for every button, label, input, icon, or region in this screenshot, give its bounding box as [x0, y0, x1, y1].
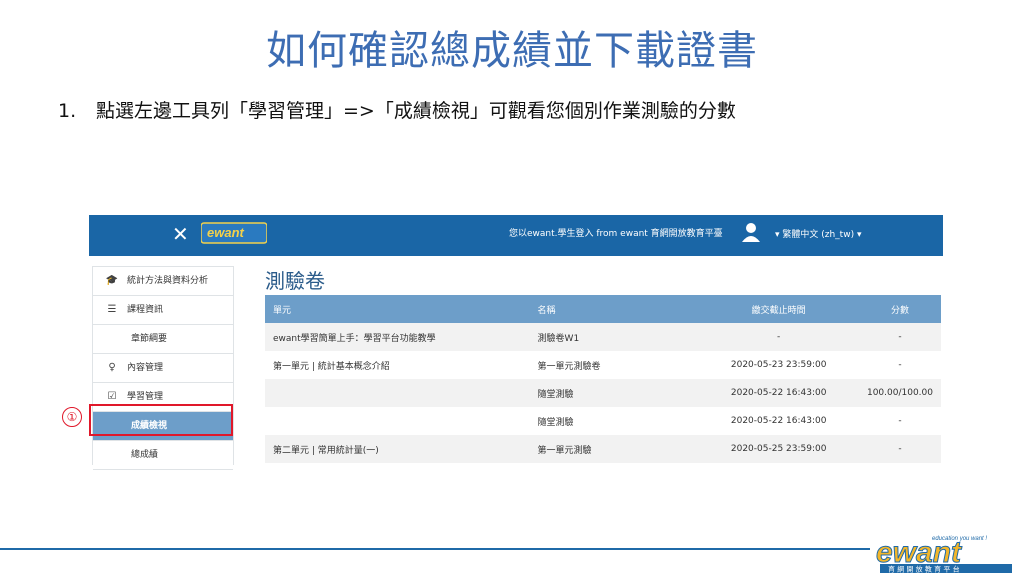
table-row: 隨堂測驗 2020-05-22 16:43:00 100.00/100.00 [265, 379, 941, 407]
step-instruction: 1. 點選左邊工具列「學習管理」=>「成績檢視」可觀看您個別作業測驗的分數 [58, 96, 736, 123]
embedded-screenshot: ✕ ewant 您以ewant.學生登入 from ewant 育網開放教育平臺… [89, 215, 943, 473]
deadline-cell: 2020-05-22 16:43:00 [698, 379, 859, 407]
list-icon: ☰ [107, 304, 117, 315]
table-row: ewant學習簡單上手：學習平台功能教學 測驗卷W1 - - [265, 323, 941, 351]
name-cell[interactable]: 第一單元測驗 [529, 435, 699, 463]
sidebar-item-total-grade[interactable]: 總成績 [93, 441, 233, 470]
unit-cell [265, 407, 530, 435]
unit-cell: 第二單元 | 常用統計量(一) [265, 435, 530, 463]
sidebar-item-label: 統計方法與資料分析 [127, 276, 209, 286]
sidebar-item-label: 內容管理 [127, 363, 164, 373]
close-icon[interactable]: ✕ [172, 223, 189, 245]
lightbulb-icon: ♀ [108, 362, 116, 373]
step-marker: ① [62, 407, 82, 427]
name-cell[interactable]: 測驗卷W1 [529, 323, 699, 351]
step-number: 1. [58, 100, 77, 122]
sidebar-item-syllabus[interactable]: 章節綱要 [93, 325, 233, 354]
footer-chinese: 育 網 開 放 教 育 平 台 [888, 565, 960, 574]
sidebar-item-course[interactable]: 🎓 統計方法與資料分析 [93, 267, 233, 296]
name-cell[interactable]: 隨堂測驗 [529, 379, 699, 407]
score-cell: - [858, 407, 941, 435]
column-header: 名稱 [529, 295, 699, 323]
column-header: 繳交截止時間 [698, 295, 859, 323]
sidebar-item-label: 課程資訊 [127, 305, 164, 315]
step-text: 點選左邊工具列「學習管理」=>「成績檢視」可觀看您個別作業測驗的分數 [96, 100, 736, 122]
score-cell: - [858, 351, 941, 379]
grades-table: 單元 名稱 繳交截止時間 分數 ewant學習簡單上手：學習平台功能教學 測驗卷… [265, 295, 941, 463]
top-navbar: ✕ ewant 您以ewant.學生登入 from ewant 育網開放教育平臺… [89, 215, 943, 256]
graduation-cap-icon: 🎓 [105, 275, 119, 286]
sidebar-item-content[interactable]: ♀ 內容管理 [93, 354, 233, 383]
ewant-logo-icon[interactable]: ewant [201, 221, 267, 245]
page-title: 測驗卷 [265, 269, 325, 293]
deadline-cell: 2020-05-25 23:59:00 [698, 435, 859, 463]
table-row: 隨堂測驗 2020-05-22 16:43:00 - [265, 407, 941, 435]
score-cell: - [858, 435, 941, 463]
svg-text:ewant: ewant [207, 225, 245, 240]
deadline-cell: - [698, 323, 859, 351]
score-cell: 100.00/100.00 [858, 379, 941, 407]
table-row: 第二單元 | 常用統計量(一) 第一單元測驗 2020-05-25 23:59:… [265, 435, 941, 463]
sidebar-item-label: 章節綱要 [131, 334, 168, 344]
table-row: 第一單元 | 統計基本概念介紹 第一單元測驗卷 2020-05-23 23:59… [265, 351, 941, 379]
slide-title: 如何確認總成績並下載證書 [266, 28, 758, 74]
highlight-box [89, 404, 233, 436]
login-status: 您以ewant.學生登入 from ewant 育網開放教育平臺 [509, 229, 723, 239]
score-cell: - [858, 323, 941, 351]
unit-cell [265, 379, 530, 407]
name-cell[interactable]: 隨堂測驗 [529, 407, 699, 435]
ewant-footer-logo: education you want ! ewant 育 網 開 放 教 育 平… [876, 536, 1012, 574]
unit-cell: ewant學習簡單上手：學習平台功能教學 [265, 323, 530, 351]
footer-divider [0, 548, 870, 550]
unit-cell: 第一單元 | 統計基本概念介紹 [265, 351, 530, 379]
language-selector[interactable]: ▾ 繁體中文 (zh_tw) ▾ [775, 227, 861, 240]
column-header: 分數 [858, 295, 941, 323]
user-avatar-icon[interactable] [741, 221, 761, 243]
name-cell[interactable]: 第一單元測驗卷 [529, 351, 699, 379]
sidebar-item-course-info[interactable]: ☰ 課程資訊 [93, 296, 233, 325]
deadline-cell: 2020-05-23 23:59:00 [698, 351, 859, 379]
deadline-cell: 2020-05-22 16:43:00 [698, 407, 859, 435]
column-header: 單元 [265, 295, 530, 323]
table-header-row: 單元 名稱 繳交截止時間 分數 [265, 295, 941, 323]
sidebar-item-label: 總成績 [131, 450, 159, 460]
